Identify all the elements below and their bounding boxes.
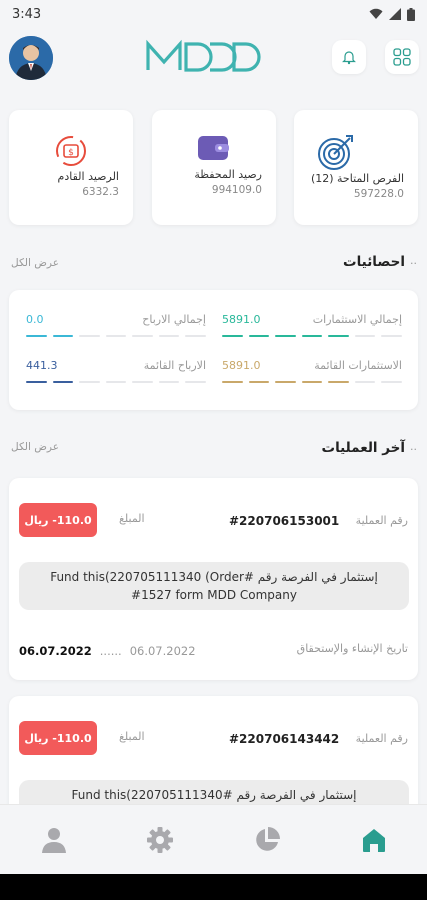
system-nav-bar <box>0 874 427 900</box>
status-bar: 3:43 <box>0 0 427 28</box>
transaction-description: إستثمار في الفرصة رقم #Fund this(2207051… <box>19 562 409 610</box>
target-icon <box>318 135 353 170</box>
gear-icon <box>147 827 173 853</box>
stat-label: إجمالي الارباح <box>142 313 206 326</box>
tab-profile[interactable] <box>37 823 71 857</box>
transaction-dates: 06.07.2022 ...... 06.07.2022 <box>19 644 196 658</box>
stat-progress-bar <box>222 381 403 383</box>
pie-chart-icon <box>256 827 280 851</box>
upcoming-balance-card[interactable]: $ الرصيد القادم 6332.3 <box>9 110 133 225</box>
system-icons <box>369 7 415 21</box>
app-logo <box>140 36 270 78</box>
stats-title: احصائيات <box>343 254 405 270</box>
notifications-button[interactable] <box>332 40 366 74</box>
stat-total-profits: إجمالي الارباح 0.0 <box>26 313 207 353</box>
user-icon <box>42 828 66 853</box>
stat-total-investments: إجمالي الاستثمارات 5891.0 <box>222 313 403 353</box>
amount-label: المبلغ <box>119 730 145 743</box>
stat-value: 5891.0 <box>222 313 261 326</box>
available-opportunities-card[interactable]: الفرص المتاحة (12) 597228.0 <box>294 110 418 225</box>
stat-current-profits: الارباح القائمة 441.3 <box>26 359 207 399</box>
menu-grid-button[interactable] <box>385 40 419 74</box>
signal-icon <box>389 8 401 20</box>
grid-icon <box>393 48 411 66</box>
section-dots-icon: ·· <box>410 443 417 456</box>
date-separator: ...... <box>99 644 122 658</box>
tab-statistics[interactable] <box>250 823 284 857</box>
status-time: 3:43 <box>12 6 42 22</box>
wifi-icon <box>369 8 383 19</box>
stat-label: الارباح القائمة <box>143 359 206 372</box>
bottom-tab-bar <box>0 804 427 874</box>
transaction-number: #220706143442 <box>229 732 340 746</box>
stat-current-investments: الاستثمارات القائمة 5891.0 <box>222 359 403 399</box>
summary-value: 597228.0 <box>353 188 404 200</box>
stat-progress-bar <box>222 335 403 337</box>
dates-label: تاريخ الإنشاء والإستحقاق <box>296 642 408 655</box>
stat-progress-bar <box>26 381 207 383</box>
amount-badge: 110.0- ريال <box>19 503 97 537</box>
bell-icon <box>342 51 356 65</box>
stats-card: إجمالي الارباح 0.0 إجمالي الاستثمارات 58… <box>9 290 418 410</box>
stat-value: 5891.0 <box>222 359 261 372</box>
transaction-number: #220706153001 <box>229 514 340 528</box>
wallet-icon <box>198 136 229 160</box>
txno-label: رقم العملية <box>355 514 408 527</box>
summary-label: رصيد المحفظة <box>194 168 262 181</box>
stat-label: الاستثمارات القائمة <box>314 359 402 372</box>
summary-label: الفرص المتاحة (12) <box>310 172 404 185</box>
amount-label: المبلغ <box>119 512 145 525</box>
wallet-balance-card[interactable]: رصيد المحفظة 994109.0 <box>152 110 276 225</box>
tab-settings[interactable] <box>143 823 177 857</box>
summary-label: الرصيد القادم <box>57 170 119 183</box>
summary-value: 6332.3 <box>82 186 119 198</box>
transactions-title: آخر العمليات <box>321 440 405 456</box>
stats-view-all-link[interactable]: عرض الكل <box>11 257 59 269</box>
home-icon <box>363 829 385 852</box>
amount-badge: 110.0- ريال <box>19 721 97 755</box>
summary-value: 994109.0 <box>211 184 262 196</box>
created-date: 06.07.2022 <box>129 644 196 658</box>
money-cycle-icon: $ <box>56 136 86 166</box>
transaction-card[interactable]: رقم العملية #220706153001 المبلغ 110.0- … <box>9 478 418 680</box>
stat-label: إجمالي الاستثمارات <box>312 313 402 326</box>
tab-home[interactable] <box>357 823 391 857</box>
stat-progress-bar <box>26 335 207 337</box>
avatar[interactable] <box>9 36 53 80</box>
stat-value: 0.0 <box>26 313 44 326</box>
txno-label: رقم العملية <box>355 732 408 745</box>
transactions-view-all-link[interactable]: عرض الكل <box>11 441 59 453</box>
stat-value: 441.3 <box>26 359 58 372</box>
svg-text:$: $ <box>68 148 74 158</box>
due-date: 06.07.2022 <box>19 644 92 658</box>
section-dots-icon: ·· <box>410 257 417 270</box>
user-photo-icon <box>9 36 53 80</box>
battery-icon <box>407 7 415 21</box>
app-header <box>0 30 427 90</box>
